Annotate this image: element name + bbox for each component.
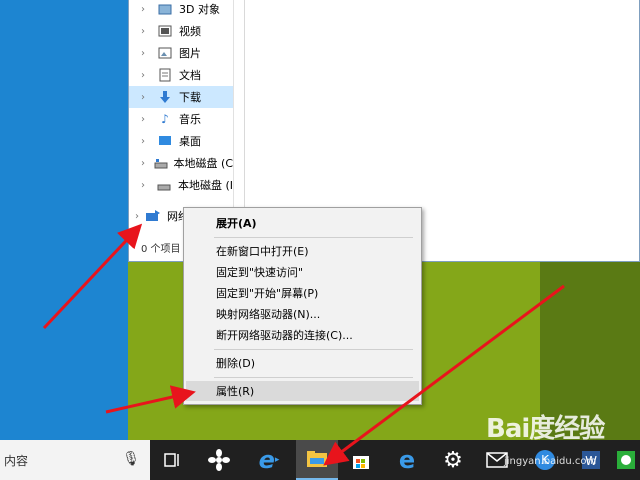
menu-item-pin-start[interactable]: 固定到"开始"屏幕(P) xyxy=(186,283,419,303)
chevron-right-icon[interactable]: › xyxy=(141,158,148,169)
nav-item-drive-i[interactable]: › 本地磁盘 (I xyxy=(129,174,233,196)
nav-item-drive-c[interactable]: › 本地磁盘 (C xyxy=(129,152,233,174)
pictures-icon xyxy=(157,46,173,60)
3d-objects-icon xyxy=(157,2,173,16)
menu-item-properties[interactable]: 属性(R) xyxy=(186,381,419,401)
chevron-right-icon[interactable]: › xyxy=(135,211,145,222)
desktop-blue-area xyxy=(0,0,128,440)
chevron-right-icon[interactable]: › xyxy=(141,4,151,15)
svg-text:K: K xyxy=(541,453,550,467)
nav-item-label: 本地磁盘 (I xyxy=(177,179,233,192)
desktop-dark-area xyxy=(540,240,640,440)
nav-item-label: 文档 xyxy=(179,69,201,82)
menu-item-delete[interactable]: 删除(D) xyxy=(186,353,419,373)
word-icon[interactable]: W xyxy=(570,440,612,480)
content-pane[interactable] xyxy=(244,0,639,236)
videos-icon xyxy=(157,24,173,38)
nav-item-label: 本地磁盘 (C xyxy=(173,157,233,170)
documents-icon xyxy=(157,68,173,82)
status-bar-text: 0 个项目 xyxy=(141,244,181,255)
chevron-right-icon[interactable]: › xyxy=(141,114,151,125)
music-icon: ♪ xyxy=(161,112,169,126)
nav-item-desktop[interactable]: › 桌面 xyxy=(129,130,233,152)
network-icon xyxy=(145,209,161,223)
download-icon xyxy=(157,90,173,104)
task-view-icon[interactable] xyxy=(152,440,194,480)
nav-item-pictures[interactable]: › 图片 xyxy=(129,42,233,64)
menu-separator xyxy=(214,377,413,378)
nav-item-label: 3D 对象 xyxy=(179,3,220,16)
chevron-right-icon[interactable]: › xyxy=(141,180,151,191)
nav-item-music[interactable]: › ♪ 音乐 xyxy=(129,108,233,130)
store-icon[interactable] xyxy=(340,440,382,480)
edge-icon[interactable]: e ▸ xyxy=(248,440,290,480)
microphone-icon[interactable]: 🎙 xyxy=(122,451,140,467)
menu-item-pin-quick-access[interactable]: 固定到"快速访问" xyxy=(186,262,419,282)
file-explorer-icon[interactable] xyxy=(296,440,338,480)
menu-item-map-network-drive[interactable]: 映射网络驱动器(N)... xyxy=(186,304,419,324)
chevron-right-icon[interactable]: › xyxy=(141,26,151,37)
chevron-right-icon[interactable]: › xyxy=(141,136,151,147)
svg-text:W: W xyxy=(585,454,597,468)
nav-item-label: 桌面 xyxy=(179,135,201,148)
mail-icon[interactable] xyxy=(476,440,518,480)
chevron-right-icon[interactable]: › xyxy=(141,92,151,103)
desktop-icon xyxy=(157,134,173,148)
nav-item-label: 音乐 xyxy=(179,113,201,126)
edge-browser-icon[interactable]: e xyxy=(386,440,428,480)
chevron-right-icon[interactable]: › xyxy=(141,70,151,81)
chevron-right-icon[interactable]: › xyxy=(141,48,151,59)
nav-item-label: 下载 xyxy=(179,91,201,104)
navigation-pane: › 3D 对象 › 视频 › 图片 › 文档 › 下载 › ♪ 音乐 › 桌面 … xyxy=(129,0,234,236)
nav-item-label: 视频 xyxy=(179,25,201,38)
nav-item-documents[interactable]: › 文档 xyxy=(129,64,233,86)
nav-item-3d-objects[interactable]: › 3D 对象 xyxy=(129,0,233,20)
menu-item-expand[interactable]: 展开(A) xyxy=(186,213,419,233)
fan-app-icon[interactable] xyxy=(198,440,240,480)
taskbar-search-box[interactable]: 内容 🎙 xyxy=(0,440,150,480)
nav-item-label: 图片 xyxy=(179,47,201,60)
menu-item-open-new-window[interactable]: 在新窗口中打开(E) xyxy=(186,241,419,261)
nav-item-downloads[interactable]: › 下载 xyxy=(129,86,233,108)
app-icon[interactable]: K xyxy=(524,440,566,480)
taskbar: 内容 🎙 e ▸ e ⚙ K W xyxy=(0,440,640,480)
nav-item-videos[interactable]: › 视频 xyxy=(129,20,233,42)
drive-icon xyxy=(157,178,172,192)
menu-item-disconnect-network-drive[interactable]: 断开网络驱动器的连接(C)... xyxy=(186,325,419,345)
context-menu: 展开(A) 在新窗口中打开(E) 固定到"快速访问" 固定到"开始"屏幕(P) … xyxy=(183,207,422,405)
menu-separator xyxy=(214,237,413,238)
menu-separator xyxy=(214,349,413,350)
drive-icon xyxy=(154,156,168,170)
wechat-icon[interactable] xyxy=(612,440,640,480)
search-text: 内容 xyxy=(4,453,29,468)
settings-icon[interactable]: ⚙ xyxy=(432,440,474,480)
